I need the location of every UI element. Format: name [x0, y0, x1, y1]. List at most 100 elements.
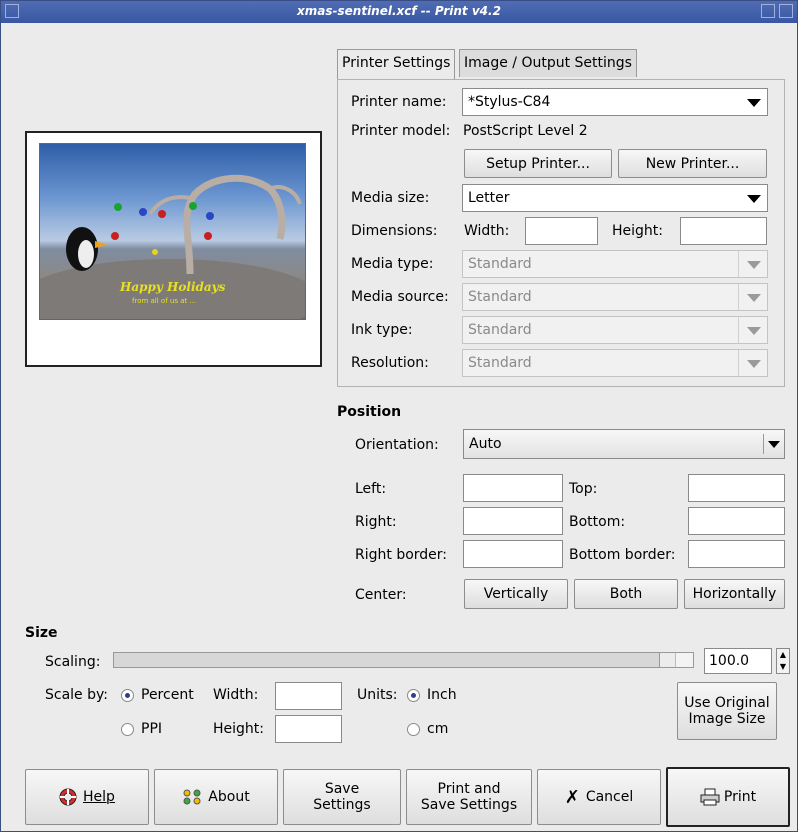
scaling-slider-handle[interactable] [659, 653, 675, 667]
printer-model-value: PostScript Level 2 [463, 123, 588, 139]
print-and-save-line2: Save Settings [420, 797, 518, 813]
media-size-value: Letter [468, 190, 510, 206]
orientation-value: Auto [469, 436, 502, 452]
center-label: Center: [355, 587, 407, 603]
chevron-down-icon [747, 327, 761, 335]
preview-greeting: Happy Holidays [120, 280, 226, 294]
combo-separator [738, 284, 739, 310]
print-dialog-window: xmas-sentinel.xcf -- Print v4.2 Happy Ho… [0, 0, 798, 832]
chevron-down-icon [768, 441, 780, 448]
combo-separator [738, 317, 739, 343]
print-and-save-line1: Print and [437, 781, 501, 797]
resolution-label: Resolution: [351, 355, 429, 371]
combo-separator [738, 350, 739, 376]
size-heading: Size [25, 625, 58, 641]
preview-image: Happy Holidays from all of us at ... [39, 143, 306, 320]
dimensions-height-input[interactable] [680, 217, 767, 245]
right-input[interactable] [463, 507, 563, 535]
media-type-label: Media type: [351, 256, 434, 272]
media-source-combo[interactable]: Standard [462, 283, 768, 311]
resolution-value: Standard [468, 355, 532, 371]
cancel-x-icon: ✗ [564, 786, 580, 808]
print-preview-frame[interactable]: Happy Holidays from all of us at ... [25, 131, 322, 367]
position-heading: Position [337, 404, 402, 420]
orientation-combo[interactable]: Auto [463, 429, 785, 459]
bottom-border-label: Bottom border: [569, 547, 676, 563]
top-label: Top: [569, 481, 598, 497]
tab-image-output-settings[interactable]: Image / Output Settings [459, 49, 637, 77]
ppi-label: PPI [141, 721, 163, 737]
inch-radio[interactable] [407, 689, 420, 702]
about-button[interactable]: About [154, 769, 278, 825]
size-width-input[interactable] [275, 682, 342, 710]
save-settings-button[interactable]: Save Settings [283, 769, 401, 825]
center-vertically-button[interactable]: Vertically [464, 579, 568, 609]
left-input[interactable] [463, 474, 563, 502]
print-button[interactable]: Print [666, 767, 790, 827]
percent-label: Percent [141, 687, 194, 703]
close-icon[interactable] [779, 4, 793, 18]
ink-type-value: Standard [468, 322, 532, 338]
scaling-spin-button[interactable]: ▲ ▼ [776, 648, 790, 674]
scaling-slider-track-end [675, 653, 693, 667]
scaling-slider[interactable] [113, 652, 694, 668]
help-lifebuoy-icon [59, 788, 77, 806]
tab-printer-settings-label: Printer Settings [342, 55, 451, 71]
media-size-label: Media size: [351, 190, 430, 206]
scale-by-label: Scale by: [45, 687, 108, 703]
size-height-label: Height: [213, 721, 264, 737]
spin-down-icon[interactable]: ▼ [780, 662, 786, 671]
chevron-down-icon [747, 261, 761, 269]
media-size-combo[interactable]: Letter [462, 184, 768, 212]
scaling-input[interactable]: 100.0 [704, 648, 772, 674]
save-settings-line1: Save [324, 781, 360, 797]
cm-radio[interactable] [407, 723, 420, 736]
units-label: Units: [357, 687, 398, 703]
about-label: About [208, 789, 250, 805]
maximize-icon[interactable] [761, 4, 775, 18]
printer-name-value: *Stylus-C84 [468, 94, 551, 110]
dimensions-label: Dimensions: [351, 223, 438, 239]
right-label: Right: [355, 514, 397, 530]
percent-radio[interactable] [121, 689, 134, 702]
chevron-down-icon [747, 294, 761, 302]
bottom-input[interactable] [688, 507, 785, 535]
print-label: Print [723, 789, 757, 805]
media-type-combo[interactable]: Standard [462, 250, 768, 278]
combo-separator [763, 434, 764, 454]
media-type-value: Standard [468, 256, 532, 272]
printer-name-combo[interactable]: *Stylus-C84 [462, 88, 768, 116]
ink-type-combo[interactable]: Standard [462, 316, 768, 344]
tab-printer-settings[interactable]: Printer Settings [337, 49, 456, 80]
chevron-down-icon [747, 360, 761, 368]
center-horizontally-button[interactable]: Horizontally [684, 579, 785, 609]
resolution-combo[interactable]: Standard [462, 349, 768, 377]
right-border-input[interactable] [463, 540, 563, 568]
use-original-line2: Image Size [688, 711, 766, 727]
center-both-button[interactable]: Both [574, 579, 678, 609]
use-original-line1: Use Original [684, 695, 770, 711]
top-input[interactable] [688, 474, 785, 502]
dimensions-height-label: Height: [612, 223, 663, 239]
spin-up-icon[interactable]: ▲ [780, 650, 786, 659]
size-height-input[interactable] [275, 715, 342, 743]
print-and-save-settings-button[interactable]: Print and Save Settings [406, 769, 532, 825]
media-source-value: Standard [468, 289, 532, 305]
printer-model-label: Printer model: [351, 123, 451, 139]
dimensions-width-label: Width: [464, 223, 510, 239]
cancel-label: Cancel [585, 789, 634, 805]
preview-subtext: from all of us at ... [132, 297, 197, 305]
window-title: xmas-sentinel.xcf -- Print v4.2 [297, 4, 501, 18]
bottom-border-input[interactable] [688, 540, 785, 568]
use-original-size-button[interactable]: Use Original Image Size [677, 682, 777, 740]
setup-printer-button[interactable]: Setup Printer... [464, 149, 612, 178]
help-button[interactable]: Help [25, 769, 149, 825]
new-printer-button[interactable]: New Printer... [618, 149, 767, 178]
cancel-button[interactable]: ✗ Cancel [537, 769, 661, 825]
dimensions-width-input[interactable] [525, 217, 598, 245]
about-people-icon [183, 789, 201, 805]
chevron-down-icon [747, 195, 761, 203]
ppi-radio[interactable] [121, 723, 134, 736]
title-bar[interactable]: xmas-sentinel.xcf -- Print v4.2 [1, 1, 797, 23]
ink-type-label: Ink type: [351, 322, 413, 338]
